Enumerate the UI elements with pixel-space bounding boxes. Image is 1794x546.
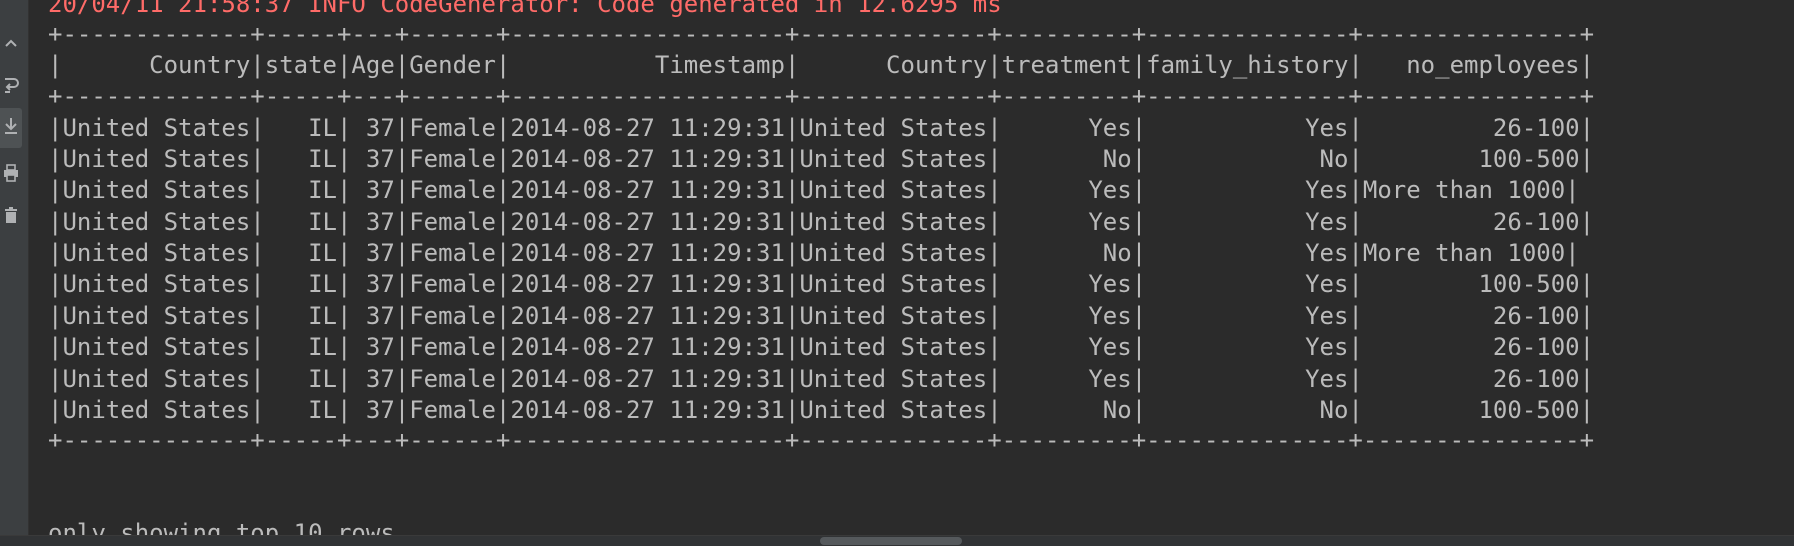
table-row: |United States| IL| 37|Female|2014-08-27… <box>48 270 1595 298</box>
table-row: |United States| IL| 37|Female|2014-08-27… <box>48 333 1595 361</box>
console-toolbar <box>0 0 29 546</box>
scroll-to-end-button[interactable] <box>0 108 22 148</box>
console-output[interactable]: 20/04/11 21:58:37 INFO CodeGenerator: Co… <box>48 0 1794 546</box>
print-button[interactable] <box>0 158 22 192</box>
soft-wrap-icon <box>3 76 19 99</box>
horizontal-scrollbar[interactable] <box>0 535 1794 546</box>
collapse-icon <box>4 36 18 55</box>
print-icon <box>3 163 19 187</box>
table-border-mid: +-------------+-----+---+------+--------… <box>48 82 1595 110</box>
clear-all-button[interactable] <box>0 200 22 234</box>
scrollbar-thumb[interactable] <box>820 537 962 545</box>
table-border-bottom: +-------------+-----+---+------+--------… <box>48 426 1595 454</box>
collapse-button[interactable] <box>0 28 22 62</box>
scroll-to-end-icon <box>3 116 19 141</box>
soft-wrap-button[interactable] <box>0 70 22 104</box>
table-row: |United States| IL| 37|Female|2014-08-27… <box>48 176 1580 204</box>
trash-icon <box>4 206 18 229</box>
run-console-window: 20/04/11 21:58:37 INFO CodeGenerator: Co… <box>0 0 1794 546</box>
